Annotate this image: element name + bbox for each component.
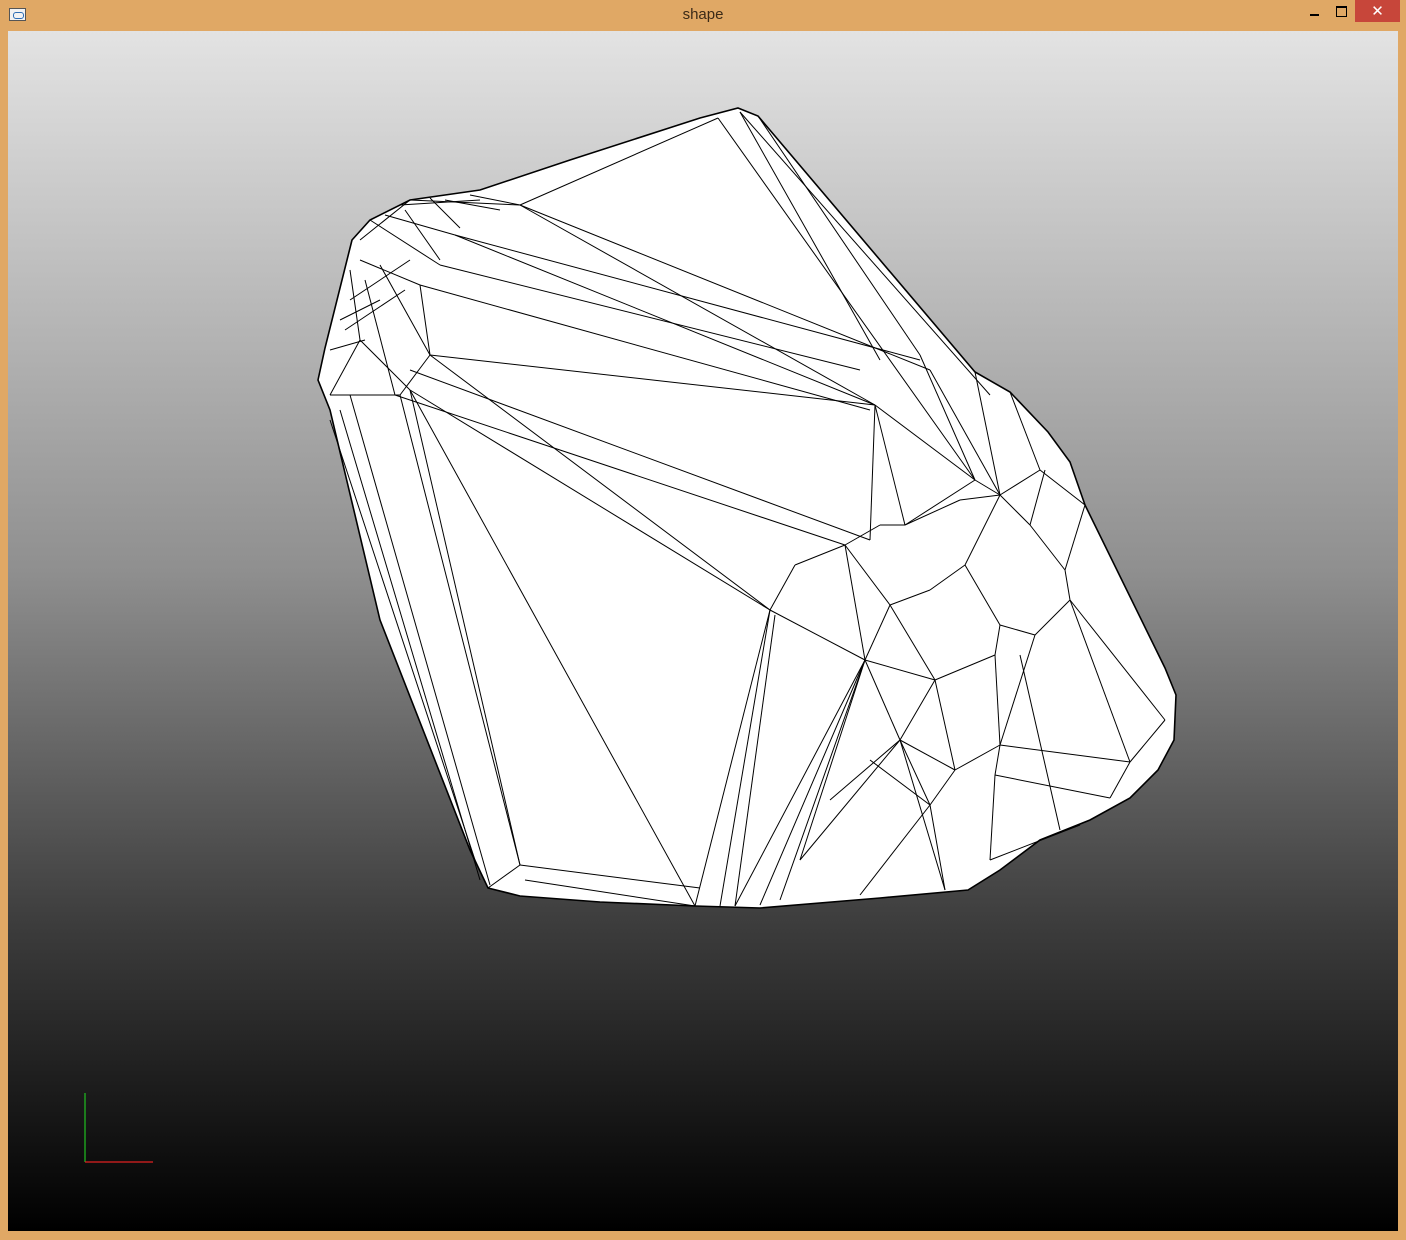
minimize-button[interactable] <box>1300 0 1328 22</box>
close-button[interactable]: ✕ <box>1355 0 1400 22</box>
maximize-button[interactable] <box>1327 0 1355 22</box>
title-bar[interactable]: shape ✕ <box>0 0 1406 30</box>
minimize-icon <box>1309 14 1319 16</box>
window-title: shape <box>682 6 724 23</box>
3d-viewport[interactable] <box>8 31 1398 1231</box>
mesh-outline <box>317 107 1177 909</box>
scene-canvas <box>84 107 1177 1163</box>
app-window: shape ✕ <box>0 0 1406 1240</box>
maximize-icon <box>1335 5 1347 17</box>
close-icon: ✕ <box>1371 3 1384 20</box>
